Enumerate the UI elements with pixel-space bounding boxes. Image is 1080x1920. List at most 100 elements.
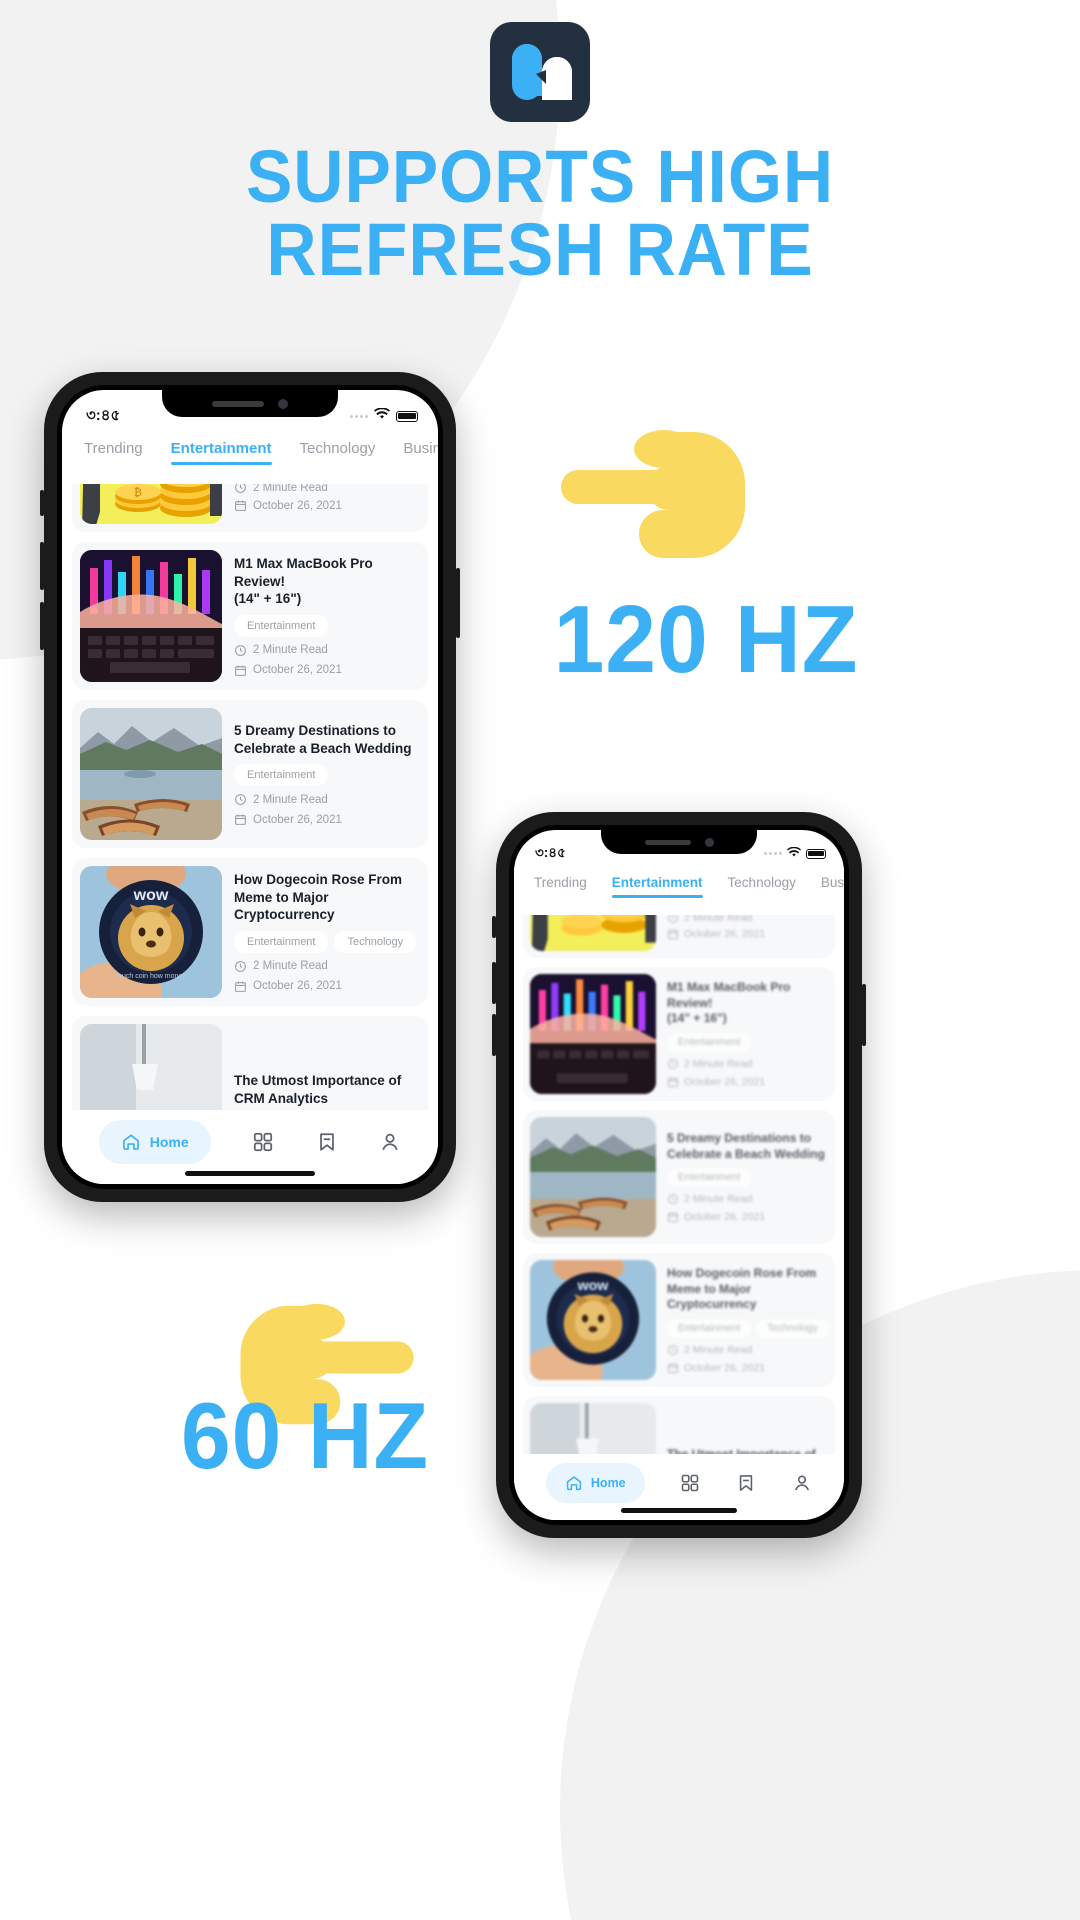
phone-mockup-120hz: ৩:৪৫ Trending Entertainment Technology B… (40, 372, 460, 1202)
article-title: M1 Max MacBook Pro Review! (14" + 16") (234, 556, 373, 607)
thumb-art-bitcoin (530, 915, 656, 951)
chip-category[interactable]: Technology (756, 1318, 828, 1338)
calendar-icon (668, 929, 678, 939)
article-date: October 26, 2021 (667, 1362, 828, 1374)
article-read-time: 2 Minute Read (234, 960, 420, 973)
bookmark-icon (319, 1133, 334, 1151)
home-indicator (185, 1171, 315, 1176)
earpiece-speaker (212, 400, 264, 407)
clock-icon (668, 1344, 678, 1355)
front-camera (278, 398, 288, 409)
app-logo-n-mark (512, 44, 572, 100)
article-card[interactable]: 5 Dreamy Destinations to Celebrate a Bea… (523, 1110, 835, 1244)
nav-item-grid[interactable] (680, 1473, 700, 1493)
chip-category[interactable]: Entertainment (667, 1168, 752, 1188)
article-date: October 26, 2021 (234, 813, 420, 826)
thumb-art-lake-boats (80, 708, 222, 840)
article-thumbnail: wow (530, 1260, 656, 1380)
tab-business[interactable]: Business (403, 440, 438, 457)
nav-item-home[interactable]: Home (545, 1462, 645, 1503)
calendar-icon (235, 665, 246, 676)
svg-text:₿: ₿ (134, 487, 142, 499)
article-feed-120[interactable]: ₿ ₿ 2 Minute Read October 26, 2021 M1 Ma… (62, 484, 438, 1110)
poster-canvas: SUPPORTS HIGH REFRESH RATE ৩:৪৫ Trending… (0, 0, 1080, 1920)
article-chips: Entertainment (234, 614, 420, 637)
article-card[interactable]: ₿ ₿ 2 Minute Read October 26, 2021 (72, 484, 428, 532)
article-date: October 26, 2021 (667, 928, 828, 940)
nav-item-profile[interactable] (792, 1473, 812, 1493)
nav-item-bookmarks[interactable] (316, 1131, 338, 1153)
article-body: The Utmost Importance of CRM Analytics (222, 1024, 420, 1110)
tab-trending[interactable]: Trending (534, 875, 587, 890)
article-thumbnail (80, 1024, 222, 1110)
article-date: October 26, 2021 (234, 664, 420, 677)
article-thumbnail: ₿ ₿ (80, 484, 222, 524)
battery-full-icon (396, 410, 418, 422)
article-chips: Entertainment (234, 764, 420, 787)
phone-volume-down-button (40, 602, 44, 650)
article-date: October 26, 2021 (234, 499, 420, 512)
article-card[interactable]: The Utmost Importance of CRM Analytics (72, 1016, 428, 1110)
signal-dots-icon (764, 852, 782, 855)
chip-category[interactable]: Technology (334, 930, 417, 953)
article-date: October 26, 2021 (667, 1211, 828, 1223)
status-time: ৩:৪৫ (535, 845, 566, 860)
article-chips: Entertainment (667, 1168, 828, 1188)
article-card[interactable]: 5 Dreamy Destinations to Celebrate a Bea… (72, 700, 428, 848)
app-logo (490, 22, 590, 122)
article-chips: Entertainment Technology (667, 1318, 828, 1338)
clock-icon (235, 960, 246, 972)
article-title: The Utmost Importance of CRM Analytics (667, 1447, 828, 1454)
article-body: 5 Dreamy Destinations to Celebrate a Bea… (656, 1117, 828, 1237)
thumb-art-room-lamp (530, 1403, 656, 1454)
phone-volume-down-button (492, 1014, 496, 1056)
bookmark-icon (740, 1474, 753, 1491)
article-thumbnail (530, 1117, 656, 1237)
svg-text:wow: wow (577, 1278, 610, 1294)
article-card[interactable]: The Utmost Importance of CRM Analytics (523, 1396, 835, 1454)
nav-item-grid[interactable] (252, 1131, 274, 1153)
clock-icon (235, 644, 246, 656)
article-card[interactable]: M1 Max MacBook Pro Review! (14" + 16") E… (72, 542, 428, 690)
article-thumbnail (530, 974, 656, 1094)
tab-trending[interactable]: Trending (84, 440, 143, 457)
article-card[interactable]: wow How Dogecoin Rose From Meme to Major… (523, 1253, 835, 1387)
tab-technology[interactable]: Technology (300, 440, 376, 457)
chip-category[interactable]: Entertainment (234, 764, 329, 787)
tab-entertainment[interactable]: Entertainment (170, 440, 272, 465)
article-read-time: 2 Minute Read (667, 915, 828, 924)
thumb-art-macbook (530, 974, 656, 1094)
calendar-icon (668, 1363, 678, 1373)
pointing-left-hand-icon (560, 410, 745, 607)
wifi-icon (787, 845, 801, 863)
nav-home-label: Home (149, 1134, 189, 1150)
article-card[interactable]: M1 Max MacBook Pro Review! (14" + 16") E… (523, 967, 835, 1101)
chip-category[interactable]: Entertainment (667, 1318, 752, 1338)
article-thumbnail (530, 915, 656, 951)
phone-power-button (456, 568, 460, 638)
article-card[interactable]: Business Entertainment 2 Minute Read Oct… (523, 915, 835, 958)
chip-category[interactable]: Entertainment (667, 1032, 752, 1052)
clock-icon (668, 1058, 678, 1069)
chip-category[interactable]: Entertainment (234, 930, 329, 953)
nav-home-label: Home (590, 1475, 626, 1490)
article-title: 5 Dreamy Destinations to Celebrate a Bea… (234, 722, 412, 756)
thumb-art-bitcoin: ₿ ₿ (80, 484, 222, 524)
article-card[interactable]: wow much coin how money How Dogecoin Ros… (72, 858, 428, 1006)
thumb-art-dogecoin: wow (530, 1260, 656, 1380)
tab-business[interactable]: Business (821, 875, 844, 890)
article-thumbnail (80, 708, 222, 840)
calendar-icon (235, 814, 246, 825)
wifi-icon (374, 407, 390, 425)
nav-item-home[interactable]: Home (98, 1120, 211, 1164)
chip-category[interactable]: Entertainment (234, 614, 329, 637)
nav-item-bookmarks[interactable] (736, 1473, 756, 1493)
tab-entertainment[interactable]: Entertainment (611, 875, 703, 898)
phone-notch (162, 390, 338, 417)
phone-mute-switch (492, 916, 496, 938)
nav-item-profile[interactable] (379, 1131, 401, 1153)
tab-technology[interactable]: Technology (728, 875, 796, 890)
clock-icon (668, 1194, 678, 1205)
headline-line-1: SUPPORTS HIGH (245, 135, 835, 218)
article-feed-60[interactable]: Business Entertainment 2 Minute Read Oct… (514, 915, 844, 1454)
